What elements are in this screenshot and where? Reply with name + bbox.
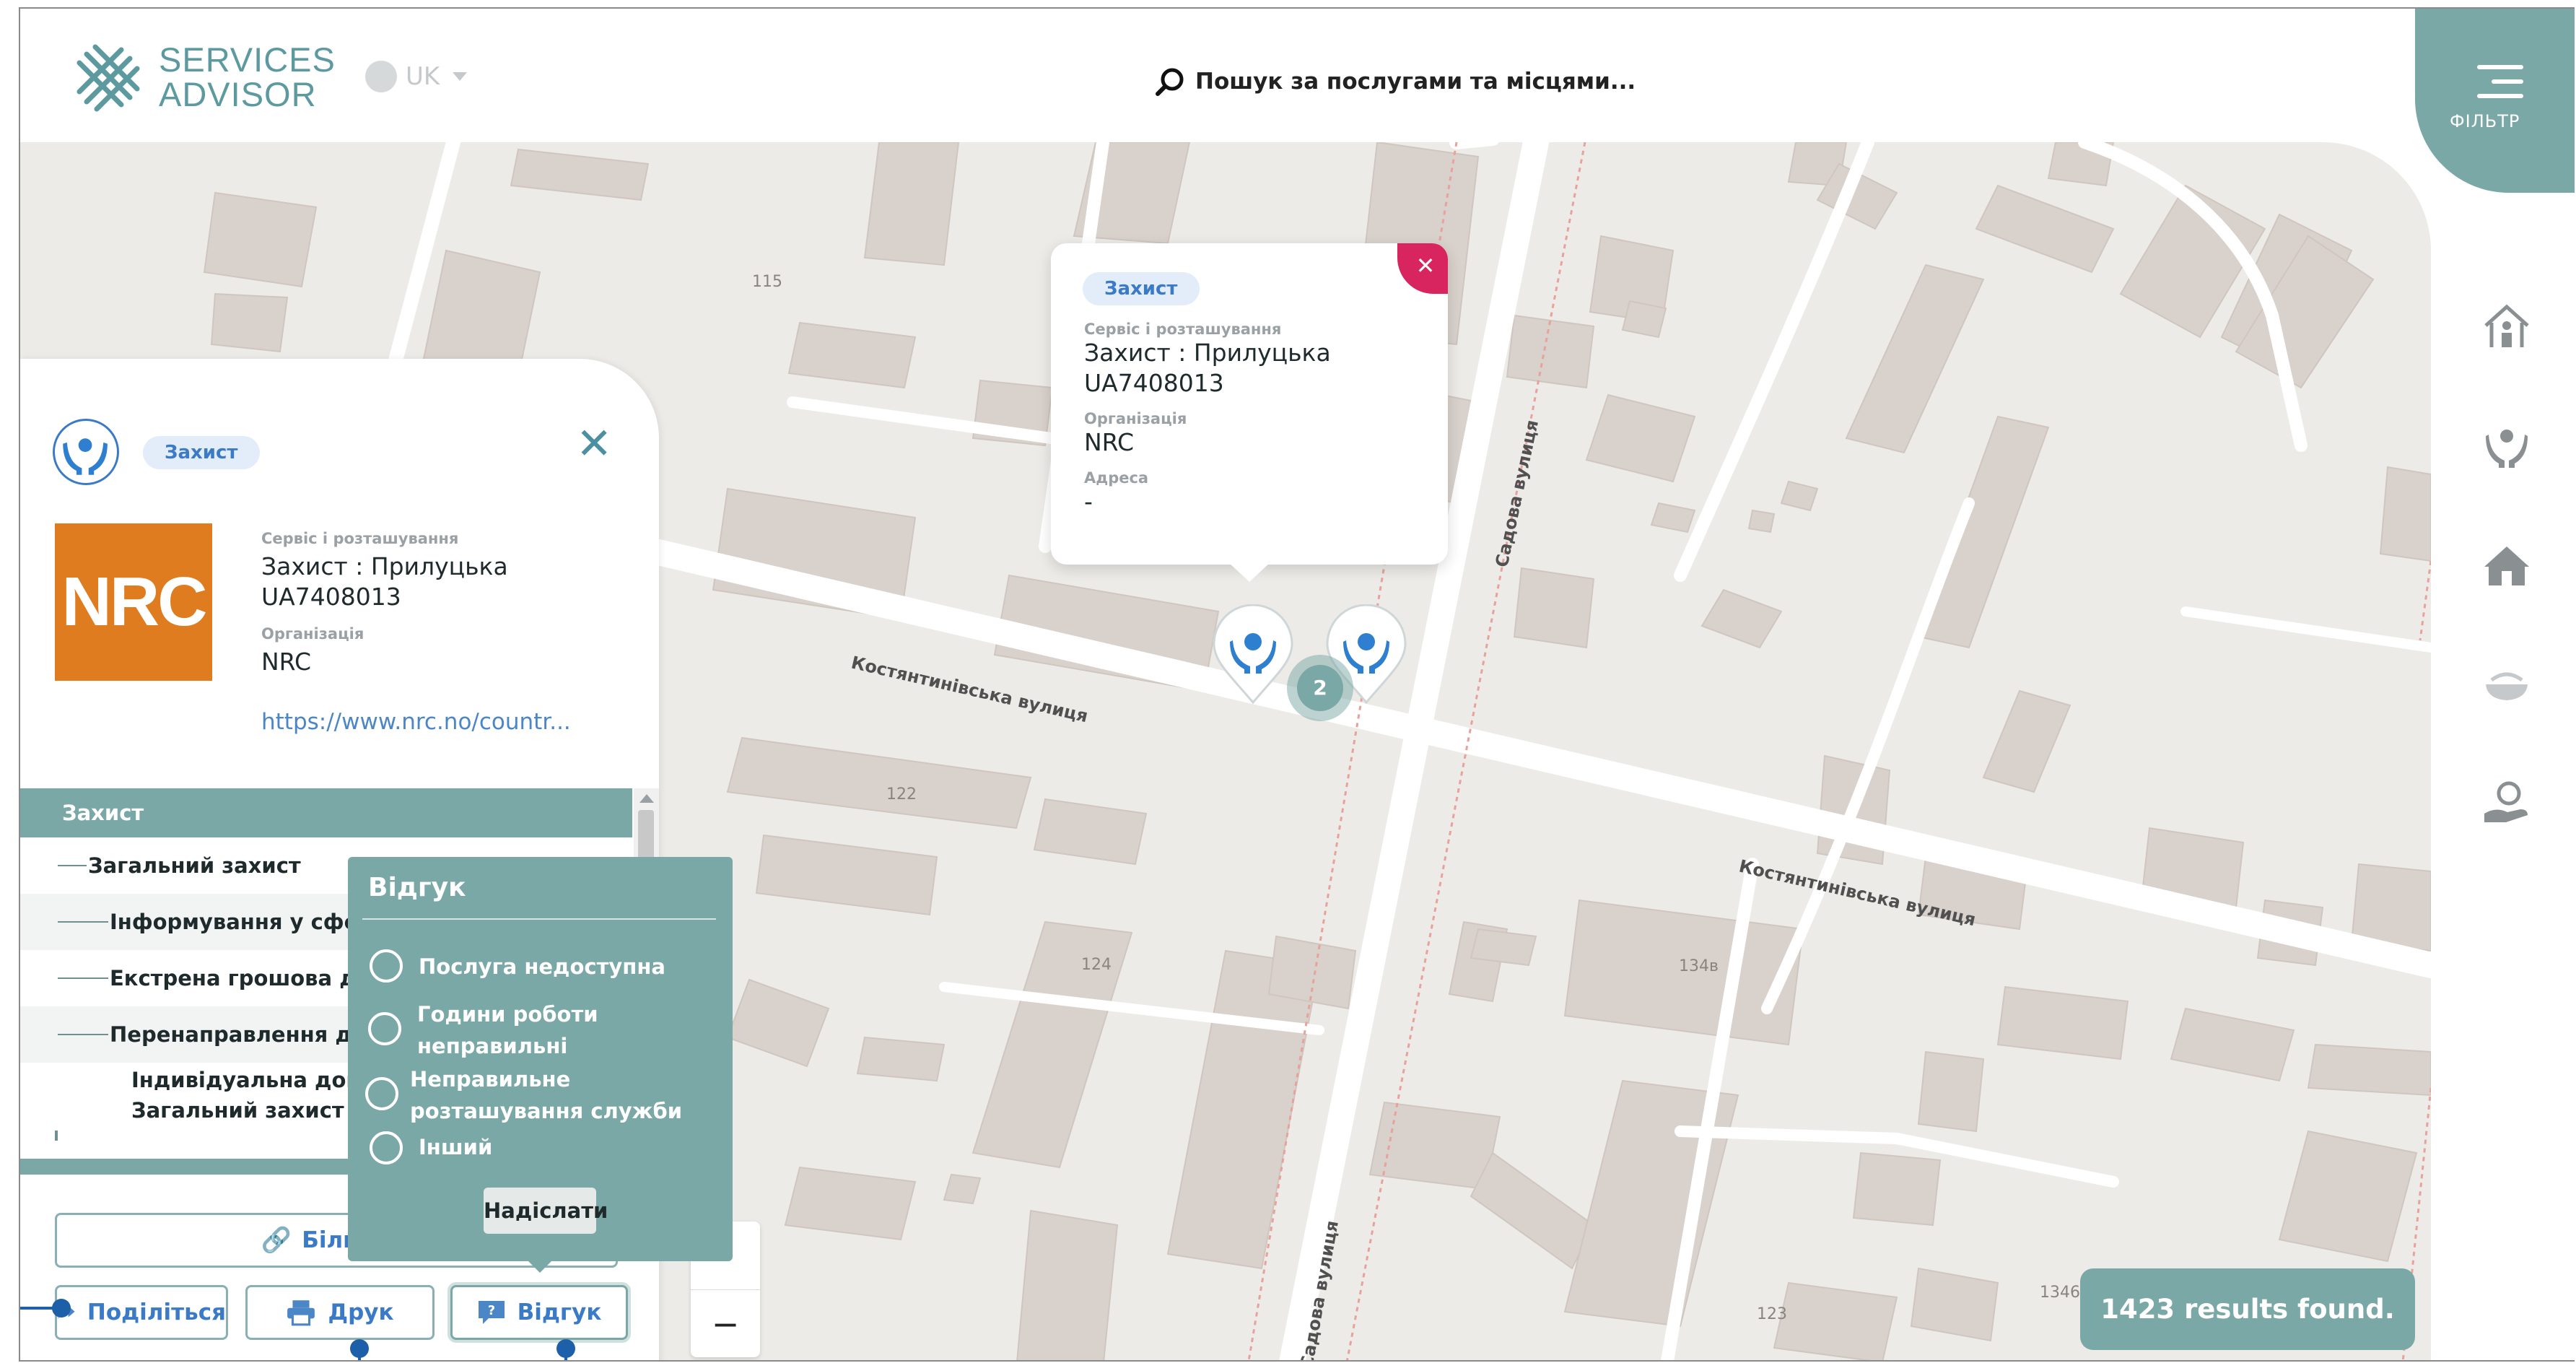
feedback-title: Відгук	[368, 873, 466, 902]
logo-text: SERVICES ADVISOR	[159, 43, 336, 112]
option-label: Послуга недоступна	[419, 954, 665, 979]
org-label: Організація	[1084, 410, 1187, 427]
logo-mark-icon	[77, 44, 140, 112]
app-frame: Костянтинівська вулиця Костянтинівська в…	[19, 7, 2575, 1362]
org-name: NRC	[261, 648, 312, 676]
popup-pointer	[1229, 563, 1270, 582]
cluster-count: 2	[1297, 665, 1343, 711]
option-label: Неправильне розташування служби	[410, 1067, 683, 1123]
food-icon[interactable]	[2481, 658, 2532, 709]
service-code: UA7408013	[261, 583, 401, 611]
shelter-icon[interactable]	[2481, 301, 2532, 352]
results-count-badge: 1423 results found.	[2080, 1268, 2415, 1350]
search-icon	[1156, 68, 1184, 96]
language-code: UK	[406, 62, 440, 91]
zoom-out-button[interactable]: −	[691, 1290, 760, 1358]
building-number: 122	[886, 785, 917, 804]
feedback-pointer	[527, 1260, 553, 1273]
search-bar[interactable]: Пошук за послугами та місцями...	[1153, 65, 1636, 98]
service-label: Сервіс і розташування	[1084, 321, 1282, 338]
globe-icon	[365, 61, 397, 92]
filter-label: ФІЛЬТР	[2450, 111, 2520, 131]
feedback-button[interactable]: ? Відгук	[450, 1285, 628, 1340]
option-label: Години роботи неправильні	[417, 1002, 598, 1058]
filter-button[interactable]: ФІЛЬТР	[2415, 9, 2575, 193]
category-header[interactable]: Захист	[20, 788, 632, 837]
connector-dot	[556, 1339, 575, 1358]
building-number: 134в	[1679, 957, 1719, 975]
address-label: Адреса	[1084, 469, 1149, 487]
submit-feedback-button[interactable]: Надіслати	[484, 1188, 608, 1234]
service-name: Захист : Прилуцька	[261, 552, 508, 580]
language-selector[interactable]: UK	[365, 61, 468, 92]
cash-assistance-icon[interactable]	[2481, 778, 2532, 828]
logo-line-2: ADVISOR	[159, 75, 317, 113]
protection-hands-icon[interactable]	[2481, 420, 2532, 471]
housing-icon[interactable]	[2481, 539, 2532, 590]
building-number: 123	[1757, 1305, 1787, 1323]
connector-dot	[350, 1339, 369, 1358]
protection-hands-icon	[53, 419, 119, 485]
organization-link[interactable]: https://www.nrc.no/countr...	[261, 709, 637, 735]
building-number: 124	[1081, 956, 1112, 974]
print-button[interactable]: Друк	[245, 1285, 435, 1340]
street-label: Садова вулиця	[1491, 418, 1542, 569]
organization-logo: NRC	[55, 523, 212, 681]
svg-text:?: ?	[487, 1303, 494, 1318]
printer-icon	[287, 1300, 315, 1326]
service-popup: ✕ Захист Сервіс і розташування Захист : …	[1051, 243, 1448, 582]
connector-dot	[52, 1299, 71, 1318]
protection-map-marker[interactable]	[1210, 604, 1296, 705]
org-name: NRC	[1084, 428, 1135, 456]
building-number: 115	[752, 273, 782, 291]
search-placeholder: Пошук за послугами та місцями...	[1195, 69, 1636, 95]
radio-wrong-location[interactable]	[365, 1077, 398, 1110]
menu-icon	[2477, 65, 2523, 108]
logo-line-1: SERVICES	[159, 40, 336, 79]
feedback-icon: ?	[478, 1301, 505, 1324]
share-button[interactable]: Поділіться	[55, 1285, 228, 1340]
services-advisor-logo[interactable]: SERVICES ADVISOR	[71, 38, 336, 117]
radio-hours-wrong[interactable]	[368, 1012, 401, 1045]
category-tag: Захист	[1083, 272, 1200, 305]
link-icon: 🔗	[261, 1226, 292, 1255]
category-tag: Захист	[143, 436, 260, 469]
header: SERVICES ADVISOR UK Пошук за послугами т…	[20, 9, 2575, 142]
feedback-form: Відгук Послуга недоступна Години роботи …	[348, 857, 733, 1273]
marker-cluster[interactable]: 2	[1287, 655, 1353, 721]
close-panel-button[interactable]: ✕	[576, 422, 612, 466]
address-value: -	[1084, 487, 1093, 515]
building-number: 1346	[2040, 1284, 2080, 1302]
popup-close-button[interactable]: ✕	[1397, 243, 1448, 294]
service-label: Сервіс і розташування	[261, 530, 459, 547]
service-name: Захист : Прилуцька	[1084, 339, 1331, 367]
scroll-up-icon[interactable]	[639, 794, 654, 803]
option-label: Інший	[419, 1135, 493, 1159]
radio-other[interactable]	[370, 1131, 403, 1164]
chevron-down-icon	[453, 72, 468, 81]
service-code: UA7408013	[1084, 369, 1224, 397]
radio-unavailable[interactable]	[370, 949, 403, 983]
org-label: Організація	[261, 625, 364, 643]
divider	[362, 918, 716, 920]
